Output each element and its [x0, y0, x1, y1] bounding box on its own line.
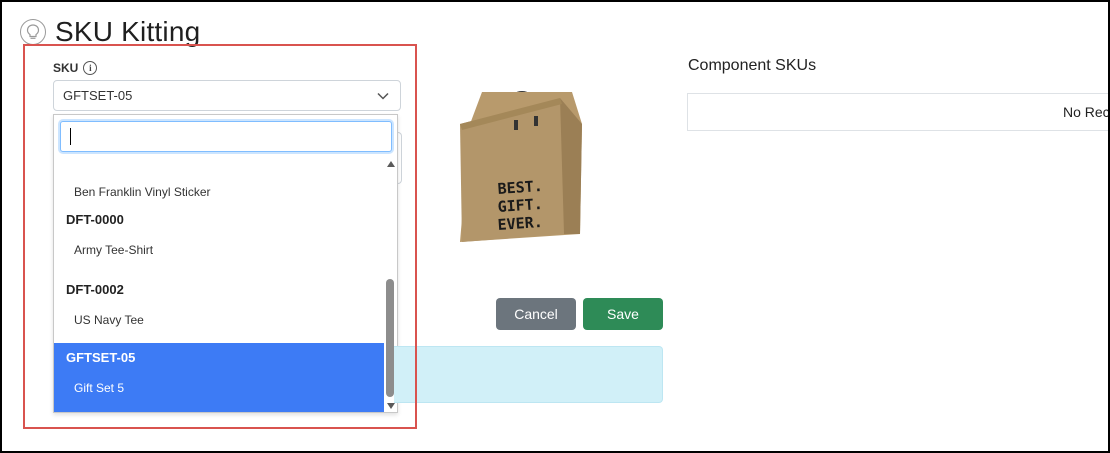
- option-gift-set-5: Gift Set 5: [74, 381, 125, 395]
- text-cursor: [70, 128, 71, 145]
- sku-select-value: GFTSET-05: [63, 88, 133, 103]
- info-icon[interactable]: i: [83, 61, 98, 75]
- option-group-gftset-05: GFTSET-05: [66, 350, 136, 365]
- save-button[interactable]: Save: [583, 298, 663, 330]
- option-selected-gftset-05[interactable]: GFTSET-05 Gift Set 5: [54, 343, 384, 412]
- option-us-navy-tee[interactable]: US Navy Tee: [74, 313, 144, 327]
- lightbulb-icon: [20, 19, 46, 45]
- chevron-down-icon: [377, 92, 389, 100]
- sku-select[interactable]: GFTSET-05: [53, 80, 401, 111]
- component-skus-title: Component SKUs: [688, 57, 817, 74]
- scroll-thumb[interactable]: [386, 279, 394, 397]
- page-header: SKU Kitting: [20, 16, 200, 48]
- product-image-gift-bag: BEST. GIFT. EVER.: [460, 90, 582, 242]
- scroll-down-arrow-icon[interactable]: [387, 403, 395, 409]
- scroll-up-arrow-icon[interactable]: [387, 161, 395, 167]
- sku-label-text: SKU: [53, 61, 79, 75]
- app-frame: SKU Kitting SKU i GFTSET-05 Ben Franklin…: [0, 0, 1110, 453]
- option-ben-franklin-vinyl-sticker[interactable]: Ben Franklin Vinyl Sticker: [74, 185, 211, 199]
- option-group-dft-0000: DFT-0000: [66, 212, 124, 227]
- cancel-button[interactable]: Cancel: [496, 298, 576, 330]
- bag-text-line-3: EVER.: [497, 213, 543, 234]
- sku-label: SKU i: [53, 61, 98, 75]
- no-records-text: No Reco: [1063, 104, 1110, 120]
- page-title: SKU Kitting: [55, 16, 201, 47]
- dropdown-search-input[interactable]: [60, 121, 392, 152]
- sku-dropdown: Ben Franklin Vinyl Sticker DFT-0000 Army…: [53, 114, 398, 413]
- option-group-dft-0002: DFT-0002: [66, 282, 124, 297]
- option-list: Ben Franklin Vinyl Sticker DFT-0000 Army…: [54, 159, 384, 412]
- option-army-tee-shirt[interactable]: Army Tee-Shirt: [74, 243, 153, 257]
- info-alert: [394, 346, 663, 403]
- component-skus-table: No Reco: [687, 93, 1110, 131]
